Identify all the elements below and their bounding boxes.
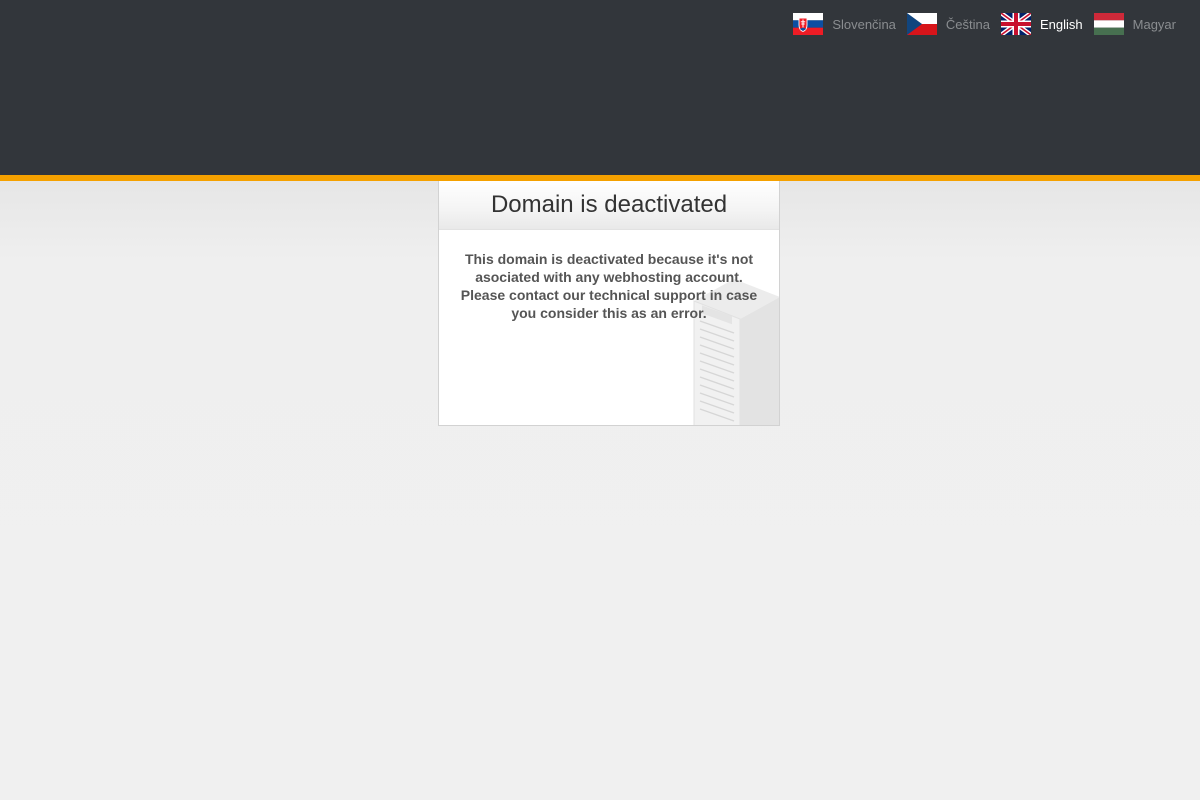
language-label: English: [1040, 16, 1083, 32]
card-header: Domain is deactivated: [439, 181, 779, 230]
language-option-slovak[interactable]: Slovenčina: [793, 13, 896, 35]
language-option-czech[interactable]: Čeština: [906, 13, 990, 35]
uk-flag-icon: [1001, 13, 1031, 35]
language-option-hungarian[interactable]: Magyar: [1093, 13, 1176, 35]
language-option-english[interactable]: English: [1001, 13, 1083, 35]
hungary-flag-icon: [1093, 13, 1124, 35]
czech-flag-icon: [906, 13, 937, 35]
language-label: Čeština: [945, 16, 990, 32]
deactivated-notice-card: Domain is deactivated This domain is dea…: [438, 181, 780, 426]
language-label: Slovenčina: [832, 16, 896, 32]
language-switcher: Slovenčina Čeština English Magyar: [782, 13, 1176, 35]
language-label: Magyar: [1132, 16, 1176, 32]
slovakia-flag-icon: [793, 13, 824, 35]
deactivation-message: This domain is deactivated because it's …: [460, 251, 758, 321]
page-title: Domain is deactivated: [490, 191, 728, 218]
top-header-bar: Slovenčina Čeština English Magyar: [0, 0, 1200, 175]
